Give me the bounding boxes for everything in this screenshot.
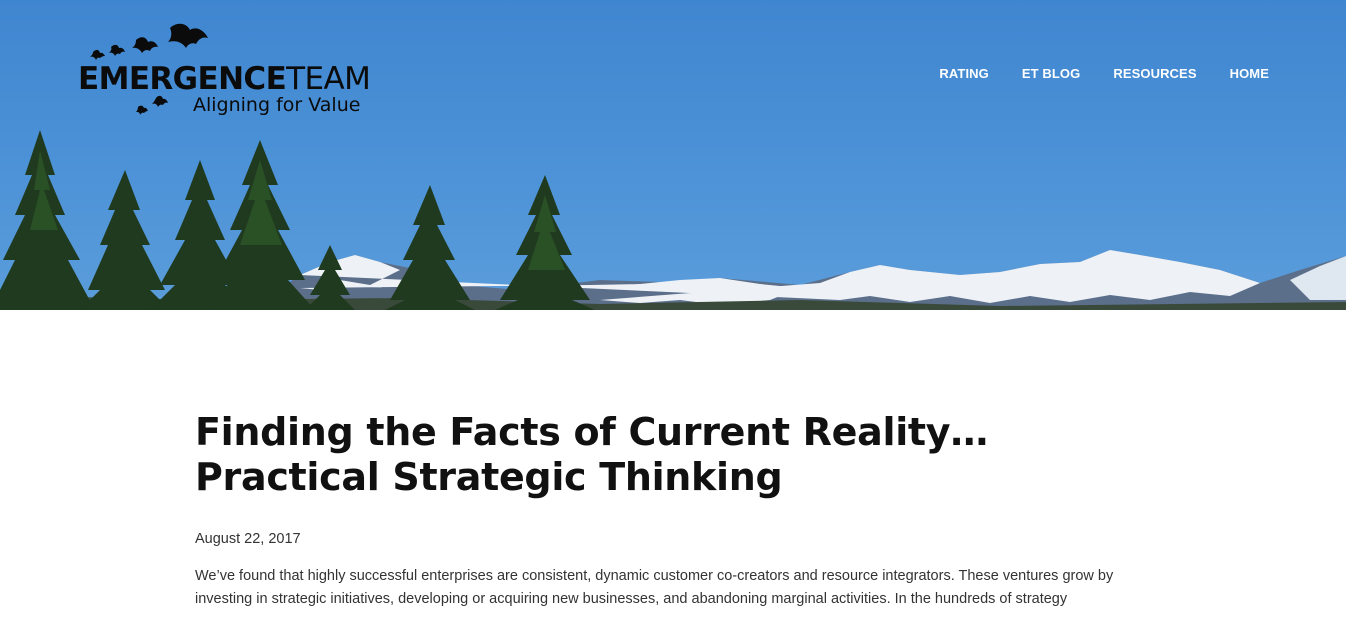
blog-article: Finding the Facts of Current Reality…Pra… xyxy=(195,410,1155,626)
nav-item-rating[interactable]: RATING xyxy=(939,66,988,81)
brand-name: EMERGENCETEAM xyxy=(78,61,371,97)
nav-item-home[interactable]: HOME xyxy=(1230,66,1269,81)
article-date: August 22, 2017 xyxy=(195,531,301,547)
brand-tagline: Aligning for Value xyxy=(193,94,361,116)
nav-item-resources[interactable]: RESOURCES xyxy=(1113,66,1196,81)
article-body: We’ve found that highly successful enter… xyxy=(195,568,1114,607)
article-title: Finding the Facts of Current Reality…Pra… xyxy=(195,410,988,499)
brand-name-light: TEAM xyxy=(286,61,371,97)
nav-item-et-blog[interactable]: ET BLOG xyxy=(1022,66,1080,81)
hero-banner: EMERGENCETEAM Aligning for Value RATING … xyxy=(0,0,1346,310)
main-nav: RATING ET BLOG RESOURCES HOME xyxy=(939,66,1269,81)
brand-name-bold: EMERGENCE xyxy=(78,61,287,97)
brand-logo[interactable]: EMERGENCETEAM Aligning for Value xyxy=(78,20,378,125)
